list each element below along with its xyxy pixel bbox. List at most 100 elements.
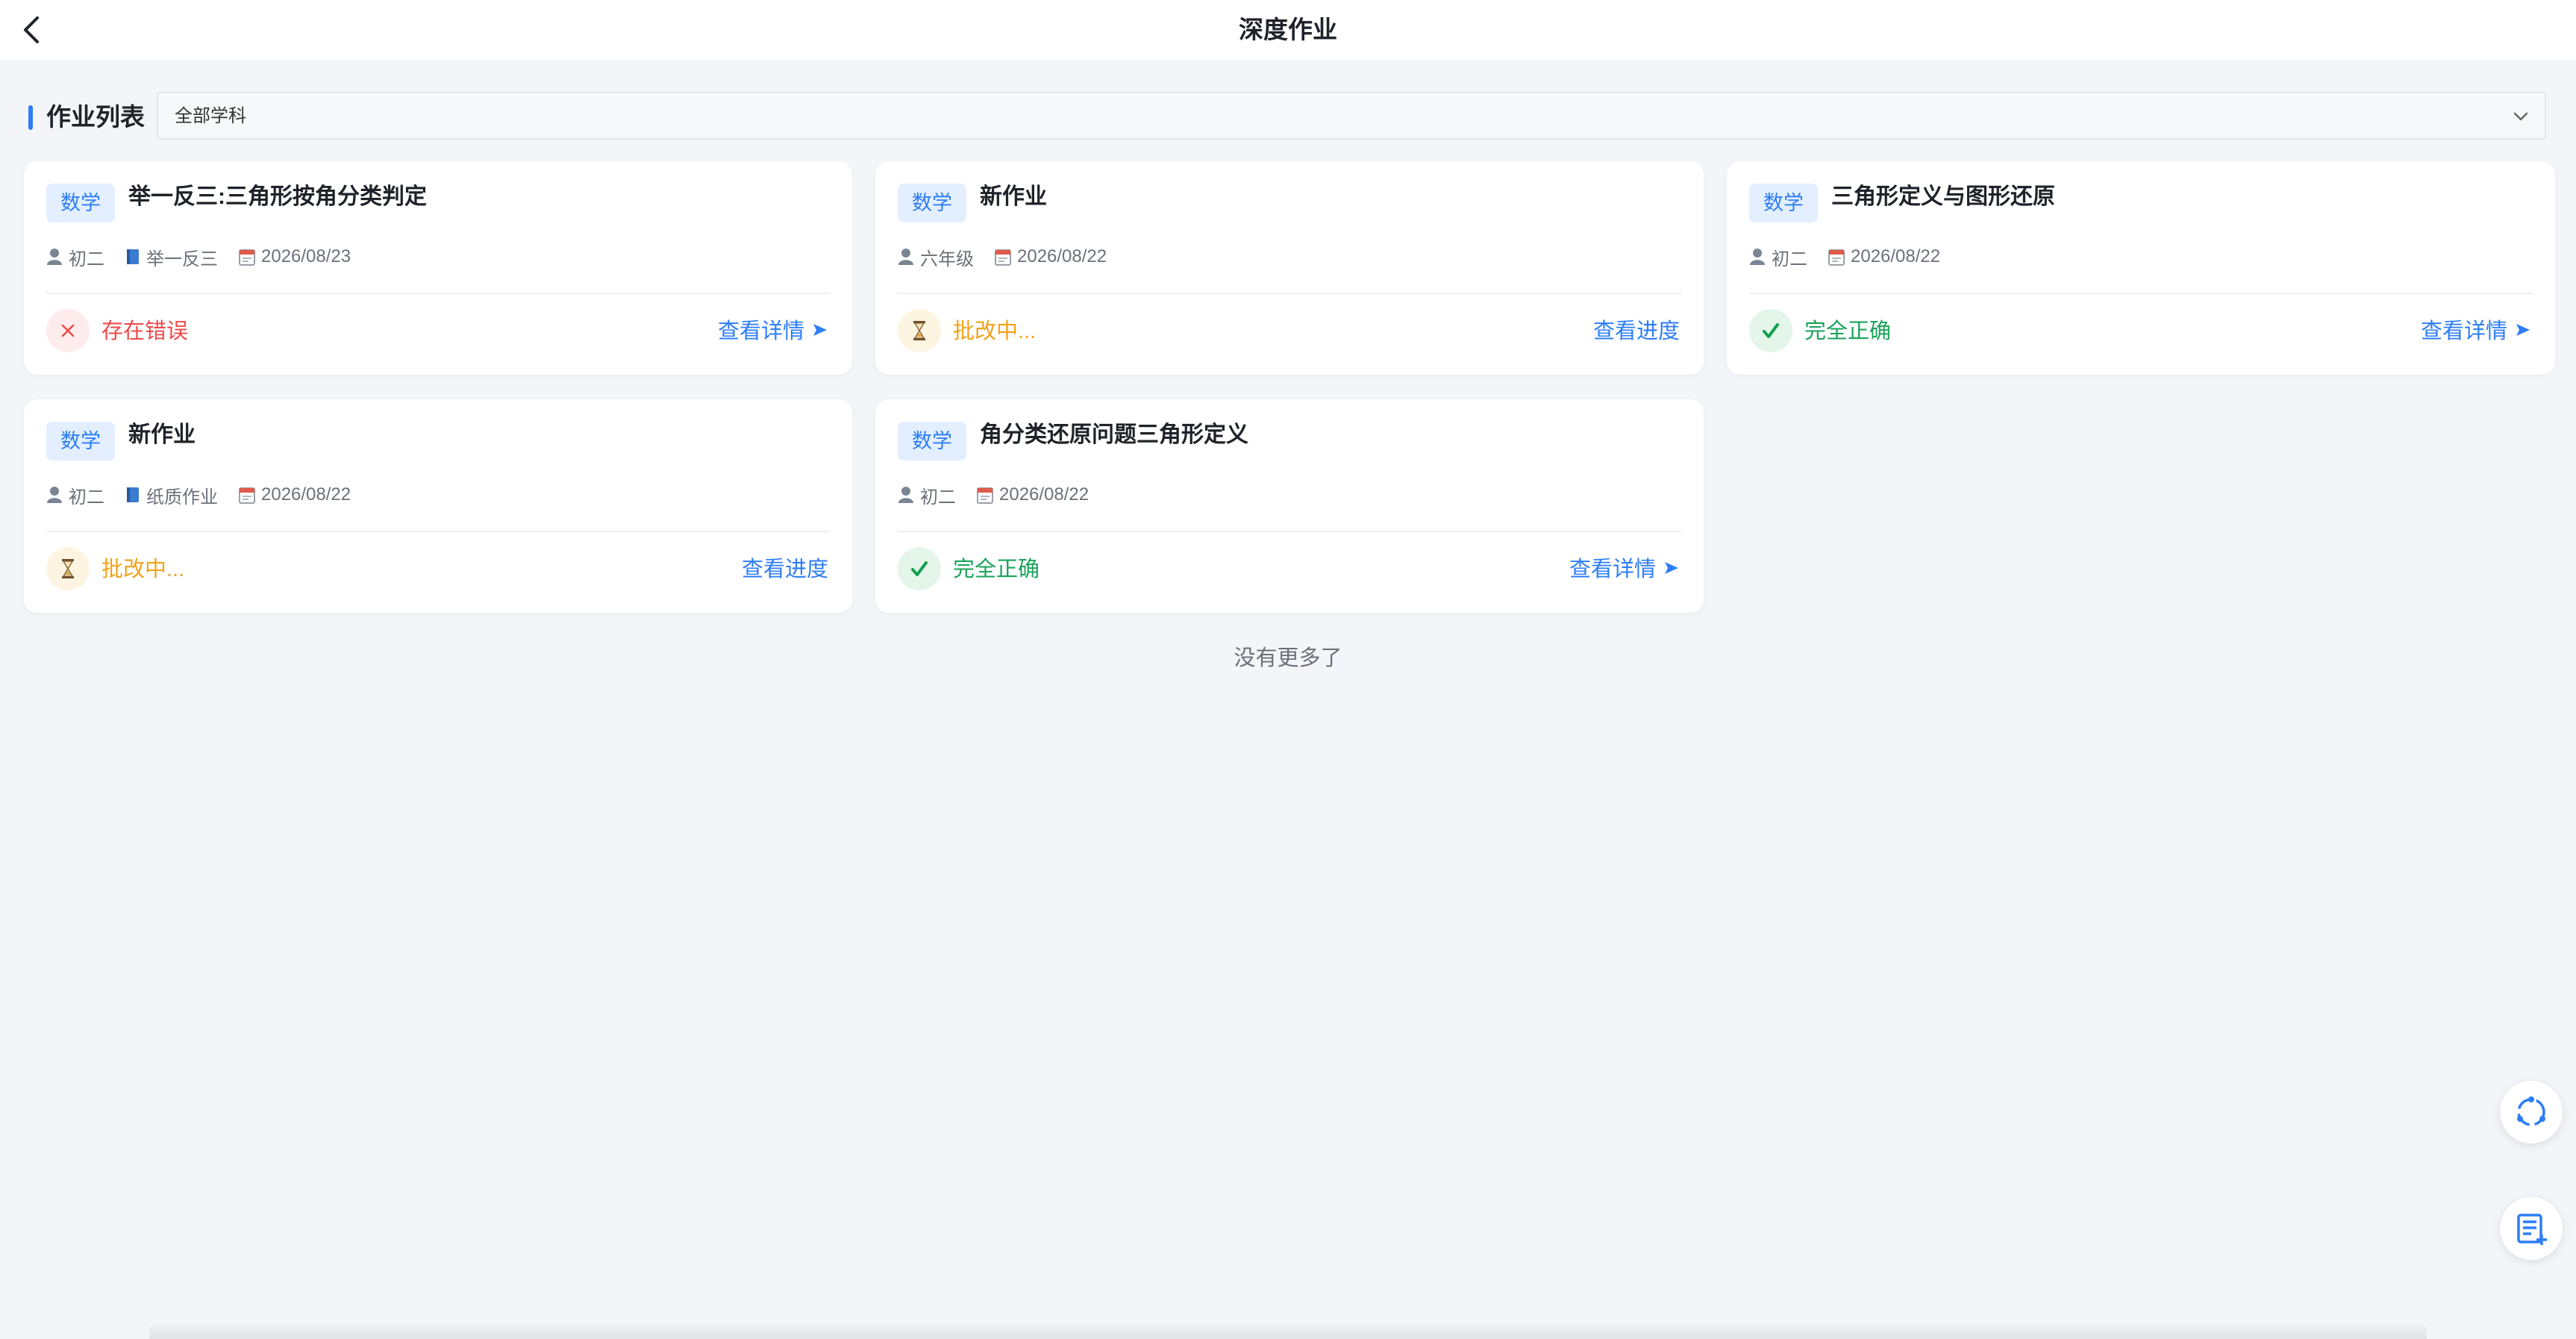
homework-title: 举一反三:三角形按角分类判定 xyxy=(128,184,427,209)
view-details-link[interactable]: 查看详情 xyxy=(1569,556,1680,583)
arrow-wrap xyxy=(2515,318,2531,345)
view-progress-link[interactable]: 查看进度 xyxy=(742,556,828,583)
status-text: 完全正确 xyxy=(1804,319,1892,343)
homework-title: 新作业 xyxy=(980,184,1047,209)
grade-label: 初二 xyxy=(1772,249,1807,269)
homework-meta: 初二 纸质作业 2026/08/22 xyxy=(46,482,372,508)
subject-tag: 数学 xyxy=(1749,184,1818,222)
homework-card[interactable]: 数学 新作业 六年级 2026/08/22 批改中... 查看进度 xyxy=(875,161,1704,375)
refresh-float-button[interactable] xyxy=(2500,1081,2563,1143)
date-meta: 2026/08/22 xyxy=(1828,246,1940,267)
view-details-link[interactable]: 查看详情 xyxy=(718,318,828,345)
book-meta: 举一反三 xyxy=(125,244,218,270)
status-icon-badge xyxy=(1749,309,1792,352)
arrow-wrap xyxy=(812,318,828,345)
hourglass-icon xyxy=(62,559,74,578)
homework-title: 三角形定义与图形还原 xyxy=(1831,184,2055,209)
arrow-right-icon xyxy=(1665,562,1678,574)
card-divider xyxy=(1749,293,2533,294)
status-text: 批改中... xyxy=(953,319,1037,343)
subject-tag: 数学 xyxy=(898,184,966,222)
card-divider xyxy=(898,531,1681,532)
calendar-icon xyxy=(995,249,1011,266)
action-label: 查看详情 xyxy=(717,319,804,343)
homework-title: 角分类还原问题三角形定义 xyxy=(980,422,1248,447)
page-title: 深度作业 xyxy=(1239,16,1337,43)
action-label: 查看进度 xyxy=(1592,319,1680,343)
homework-meta: 初二 2026/08/22 xyxy=(898,482,1110,508)
grade-label: 六年级 xyxy=(920,249,974,269)
no-more-text: 没有更多了 xyxy=(1234,646,1342,670)
close-icon xyxy=(61,324,75,337)
date-meta: 2026/08/22 xyxy=(239,484,351,505)
book-icon xyxy=(127,249,139,264)
calendar-icon xyxy=(977,487,993,504)
checkmark-icon xyxy=(1763,323,1779,338)
card-divider xyxy=(46,531,830,532)
card-divider xyxy=(898,293,1681,294)
grade-label: 初二 xyxy=(69,249,104,269)
add-homework-float-button[interactable] xyxy=(2500,1197,2563,1260)
user-icon xyxy=(898,487,913,503)
top-bar: 深度作业 xyxy=(0,0,2576,60)
homework-meta: 初二 2026/08/22 xyxy=(1749,245,1961,269)
date-meta: 2026/08/23 xyxy=(239,246,351,267)
arrow-wrap xyxy=(1663,556,1680,583)
subject-tag: 数学 xyxy=(46,184,115,222)
user-icon xyxy=(47,487,62,503)
subject-filter-value: 全部学科 xyxy=(175,106,246,126)
homework-card[interactable]: 数学 三角形定义与图形还原 初二 2026/08/22 完全正确 查看详情 xyxy=(1727,161,2555,375)
hourglass-icon xyxy=(913,321,925,340)
status-icon-badge xyxy=(898,309,941,352)
book-label: 举一反三 xyxy=(146,249,218,269)
section-title: 作业列表 xyxy=(46,103,145,131)
subject-tag: 数学 xyxy=(46,422,115,461)
date-meta: 2026/08/22 xyxy=(995,246,1107,267)
calendar-icon xyxy=(239,487,255,504)
homework-card[interactable]: 数学 角分类还原问题三角形定义 初二 2026/08/22 完全正确 查看详情 xyxy=(875,399,1704,613)
action-label: 查看详情 xyxy=(1569,558,1656,581)
date-meta: 2026/08/22 xyxy=(977,484,1089,505)
calendar-icon xyxy=(1828,249,1845,266)
status-icon-badge xyxy=(898,547,941,590)
date-label: 2026/08/22 xyxy=(1851,246,1941,266)
grade-meta: 初二 xyxy=(1749,244,1807,270)
user-icon xyxy=(1750,249,1765,265)
arrow-right-icon xyxy=(2516,324,2530,336)
subject-filter-select[interactable]: 全部学科 xyxy=(157,92,2546,140)
date-label: 2026/08/23 xyxy=(261,246,351,266)
grade-meta: 六年级 xyxy=(898,244,974,270)
add-list-icon xyxy=(2517,1214,2547,1245)
grade-label: 初二 xyxy=(69,487,104,508)
grade-label: 初二 xyxy=(920,487,956,508)
date-label: 2026/08/22 xyxy=(999,484,1090,505)
view-details-link[interactable]: 查看详情 xyxy=(2421,318,2531,345)
status-text: 批改中... xyxy=(101,558,185,581)
date-label: 2026/08/22 xyxy=(261,484,351,505)
arrow-right-icon xyxy=(813,324,827,336)
bottom-edge-shadow xyxy=(149,1321,2427,1339)
date-label: 2026/08/22 xyxy=(1017,246,1107,266)
homework-meta: 六年级 2026/08/22 xyxy=(898,245,1128,269)
user-icon xyxy=(47,249,62,265)
grade-meta: 初二 xyxy=(46,482,104,508)
checkmark-icon xyxy=(911,561,928,576)
homework-card[interactable]: 数学 新作业 初二 纸质作业 2026/08/22 批改中... 查看进度 xyxy=(24,399,852,613)
view-progress-link[interactable]: 查看进度 xyxy=(1593,318,1680,345)
homework-meta: 初二 举一反三 2026/08/23 xyxy=(46,245,372,269)
status-icon-badge xyxy=(46,547,90,590)
grade-meta: 初二 xyxy=(898,482,956,508)
homework-title: 新作业 xyxy=(128,422,196,447)
chevron-down-icon xyxy=(2513,112,2528,121)
book-meta: 纸质作业 xyxy=(125,482,218,508)
book-icon xyxy=(127,487,139,502)
action-label: 查看进度 xyxy=(741,558,828,581)
calendar-icon xyxy=(239,249,255,266)
status-icon-badge xyxy=(46,309,90,352)
refresh-icon xyxy=(2517,1096,2545,1126)
grade-meta: 初二 xyxy=(46,244,104,270)
user-icon xyxy=(898,249,913,265)
action-label: 查看详情 xyxy=(2420,319,2507,343)
homework-card[interactable]: 数学 举一反三:三角形按角分类判定 初二 举一反三 2026/08/23 存在错… xyxy=(24,161,852,375)
book-label: 纸质作业 xyxy=(146,487,218,508)
